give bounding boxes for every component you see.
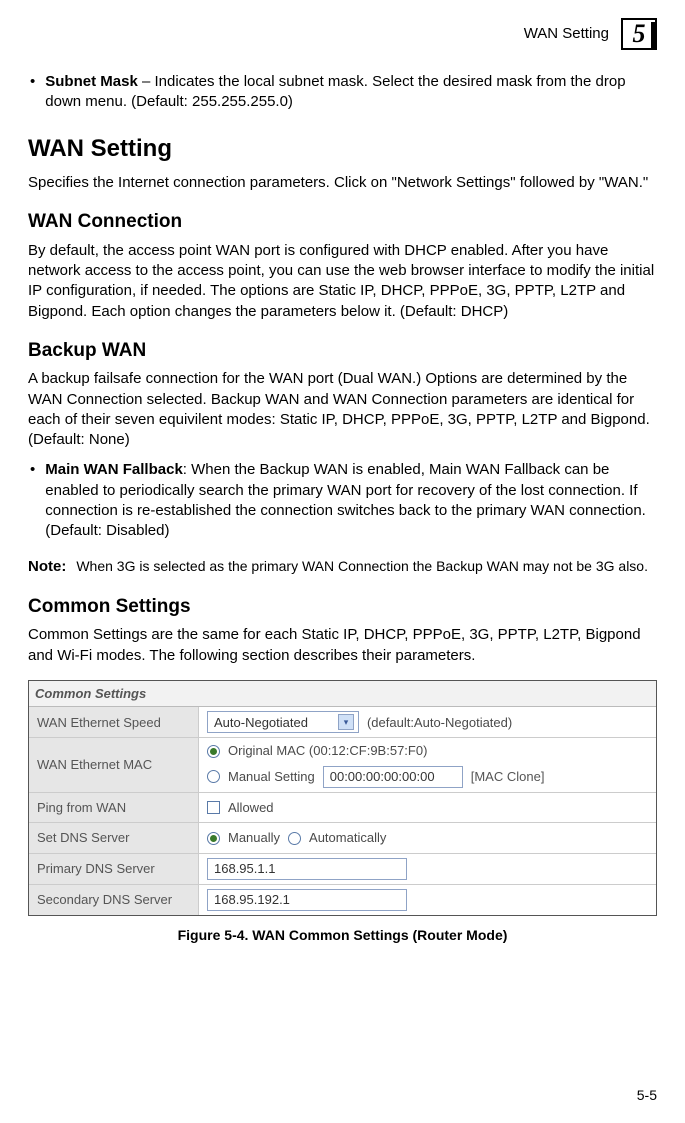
label-secondary-dns: Secondary DNS Server [29,885,199,915]
main-wan-fallback-text: Main WAN Fallback: When the Backup WAN i… [45,460,657,541]
primary-dns-value: 168.95.1.1 [214,860,275,878]
chevron-down-icon: ▾ [338,714,354,730]
mac-manual-row: Manual Setting 00:00:00:00:00:00 [MAC Cl… [207,766,544,788]
secondary-dns-input[interactable]: 168.95.192.1 [207,889,407,911]
radio-manual-mac[interactable] [207,770,220,783]
wan-connection-heading: WAN Connection [28,209,657,235]
bullet-icon: • [30,72,35,113]
mac-original-row: Original MAC (00:12:CF:9B:57:F0) [207,742,427,760]
main-wan-fallback-bullet: • Main WAN Fallback: When the Backup WAN… [28,460,657,541]
row-eth-speed: WAN Ethernet Speed Auto-Negotiated ▾ (de… [29,707,656,738]
eth-speed-select[interactable]: Auto-Negotiated ▾ [207,711,359,733]
row-dns-mode: Set DNS Server Manually Automatically [29,823,656,854]
bullet-icon: • [30,460,35,541]
dns-manual-label: Manually [228,829,280,847]
wan-setting-intro: Specifies the Internet connection parame… [28,173,657,193]
eth-speed-value: Auto-Negotiated [214,714,308,732]
note-body: When 3G is selected as the primary WAN C… [76,557,657,577]
subnet-mask-term: Subnet Mask [45,73,138,90]
cell-primary-dns: 168.95.1.1 [199,854,656,884]
mac-original-label: Original MAC (00:12:CF:9B:57:F0) [228,742,427,760]
secondary-dns-value: 168.95.192.1 [214,891,290,909]
cell-ping: Allowed [199,793,656,823]
settings-table: Common Settings WAN Ethernet Speed Auto-… [28,680,657,916]
wan-setting-heading: WAN Setting [28,133,657,165]
chapter-badge: 5 [621,18,657,50]
common-settings-heading: Common Settings [28,594,657,620]
note-block: Note: When 3G is selected as the primary… [28,557,657,577]
radio-dns-manual[interactable] [207,832,220,845]
main-wan-fallback-term: Main WAN Fallback [45,461,183,478]
label-eth-mac: WAN Ethernet MAC [29,738,199,792]
subnet-mask-text: Subnet Mask – Indicates the local subnet… [45,72,657,113]
page-header: WAN Setting 5 [28,18,657,50]
mac-clone-link[interactable]: [MAC Clone] [471,768,545,786]
backup-wan-body: A backup failsafe connection for the WAN… [28,369,657,450]
note-label: Note: [28,557,66,577]
label-primary-dns: Primary DNS Server [29,854,199,884]
wan-connection-body: By default, the access point WAN port is… [28,241,657,322]
mac-manual-value: 00:00:00:00:00:00 [330,768,435,786]
chapter-tab [651,22,657,49]
common-settings-body: Common Settings are the same for each St… [28,625,657,666]
radio-original-mac[interactable] [207,745,220,758]
row-secondary-dns: Secondary DNS Server 168.95.192.1 [29,885,656,915]
backup-wan-heading: Backup WAN [28,338,657,364]
label-eth-speed: WAN Ethernet Speed [29,707,199,737]
dns-manual-row: Manually [207,829,280,847]
row-primary-dns: Primary DNS Server 168.95.1.1 [29,854,656,885]
subnet-mask-bullet: • Subnet Mask – Indicates the local subn… [28,72,657,113]
row-ping: Ping from WAN Allowed [29,793,656,824]
figure-caption: Figure 5-4. WAN Common Settings (Router … [28,926,657,945]
row-eth-mac: WAN Ethernet MAC Original MAC (00:12:CF:… [29,738,656,793]
settings-table-title: Common Settings [29,681,656,708]
common-settings-figure: Common Settings WAN Ethernet Speed Auto-… [28,680,657,945]
dns-auto-row: Automatically [288,829,386,847]
radio-dns-auto[interactable] [288,832,301,845]
label-ping: Ping from WAN [29,793,199,823]
label-dns-mode: Set DNS Server [29,823,199,853]
checkbox-ping-allowed[interactable] [207,801,220,814]
primary-dns-input[interactable]: 168.95.1.1 [207,858,407,880]
mac-manual-label: Manual Setting [228,768,315,786]
dns-auto-label: Automatically [309,829,386,847]
page-number: 5-5 [637,1086,657,1105]
eth-speed-hint: (default:Auto-Negotiated) [367,714,512,732]
cell-eth-speed: Auto-Negotiated ▾ (default:Auto-Negotiat… [199,707,656,737]
mac-manual-input[interactable]: 00:00:00:00:00:00 [323,766,463,788]
cell-eth-mac: Original MAC (00:12:CF:9B:57:F0) Manual … [199,738,656,792]
ping-option-label: Allowed [228,799,274,817]
header-title: WAN Setting [524,24,609,44]
cell-secondary-dns: 168.95.192.1 [199,885,656,915]
chapter-number: 5 [633,16,646,51]
cell-dns-mode: Manually Automatically [199,823,656,853]
